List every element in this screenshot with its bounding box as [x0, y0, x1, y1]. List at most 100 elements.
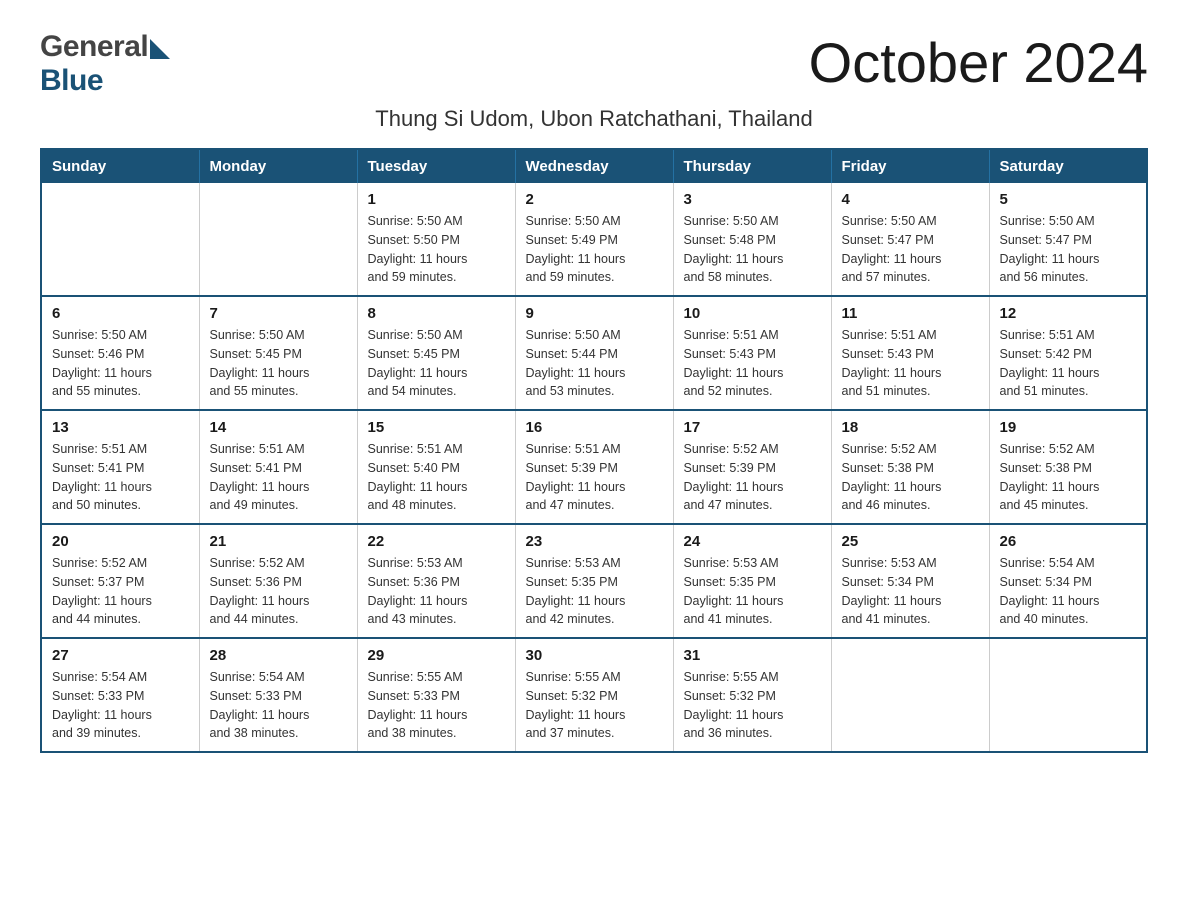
calendar-header-row: Sunday Monday Tuesday Wednesday Thursday… [41, 149, 1147, 183]
day-number: 1 [368, 191, 505, 208]
calendar-week-row: 6 Sunrise: 5:50 AMSunset: 5:46 PMDaylight… [41, 296, 1147, 410]
table-row: 4Sunrise: 5:50 AMSunset: 5:47 PMDaylight… [831, 183, 989, 296]
table-row: 9 Sunrise: 5:50 AMSunset: 5:44 PMDaylight… [515, 296, 673, 410]
table-row [41, 183, 199, 296]
day-number: 24 [684, 533, 821, 550]
col-tuesday: Tuesday [357, 149, 515, 183]
calendar-week-row: 27Sunrise: 5:54 AMSunset: 5:33 PMDayligh… [41, 638, 1147, 752]
day-info: Sunrise: 5:53 AMSunset: 5:35 PMDaylight:… [684, 554, 821, 629]
day-number: 31 [684, 647, 821, 664]
table-row: 27Sunrise: 5:54 AMSunset: 5:33 PMDayligh… [41, 638, 199, 752]
day-number: 7 [210, 305, 347, 322]
logo-blue-text: Blue [40, 64, 103, 97]
calendar-table: Sunday Monday Tuesday Wednesday Thursday… [40, 148, 1148, 753]
day-number: 5 [1000, 191, 1137, 208]
table-row: 14 Sunrise: 5:51 AMSunset: 5:41 PMDayligh… [199, 410, 357, 524]
day-number: 2 [526, 191, 663, 208]
day-info: Sunrise: 5:51 AMSunset: 5:40 PMDaylight:… [368, 440, 505, 515]
day-number: 23 [526, 533, 663, 550]
calendar-week-row: 20Sunrise: 5:52 AMSunset: 5:37 PMDayligh… [41, 524, 1147, 638]
table-row: 11 Sunrise: 5:51 AMSunset: 5:43 PMDayligh… [831, 296, 989, 410]
day-info: Sunrise: 5:53 AMSunset: 5:35 PMDaylight:… [526, 554, 663, 629]
table-row: 30 Sunrise: 5:55 AMSunset: 5:32 PMDayligh… [515, 638, 673, 752]
logo-general-text: General [40, 30, 148, 64]
col-monday: Monday [199, 149, 357, 183]
table-row: 7 Sunrise: 5:50 AMSunset: 5:45 PMDaylight… [199, 296, 357, 410]
logo-triangle-icon [150, 39, 170, 59]
table-row: 16 Sunrise: 5:51 AMSunset: 5:39 PMDayligh… [515, 410, 673, 524]
logo: General Blue [40, 30, 172, 98]
page-header: General Blue October 2024 [40, 30, 1148, 98]
day-number: 19 [1000, 419, 1137, 436]
day-number: 11 [842, 305, 979, 322]
table-row: 1 Sunrise: 5:50 AMSunset: 5:50 PMDaylight… [357, 183, 515, 296]
table-row: 23 Sunrise: 5:53 AMSunset: 5:35 PMDayligh… [515, 524, 673, 638]
day-info: Sunrise: 5:50 AMSunset: 5:45 PMDaylight:… [210, 326, 347, 401]
table-row: 31 Sunrise: 5:55 AMSunset: 5:32 PMDayligh… [673, 638, 831, 752]
table-row: 18Sunrise: 5:52 AMSunset: 5:38 PMDayligh… [831, 410, 989, 524]
day-info: Sunrise: 5:50 AMSunset: 5:48 PMDaylight:… [684, 212, 821, 287]
col-sunday: Sunday [41, 149, 199, 183]
table-row: 5 Sunrise: 5:50 AMSunset: 5:47 PMDaylight… [989, 183, 1147, 296]
day-info: Sunrise: 5:55 AMSunset: 5:33 PMDaylight:… [368, 668, 505, 743]
calendar-week-row: 1 Sunrise: 5:50 AMSunset: 5:50 PMDaylight… [41, 183, 1147, 296]
day-info: Sunrise: 5:50 AMSunset: 5:44 PMDaylight:… [526, 326, 663, 401]
day-info: Sunrise: 5:55 AMSunset: 5:32 PMDaylight:… [684, 668, 821, 743]
day-info: Sunrise: 5:52 AMSunset: 5:38 PMDaylight:… [1000, 440, 1137, 515]
day-number: 6 [52, 305, 189, 322]
day-number: 3 [684, 191, 821, 208]
table-row: 13 Sunrise: 5:51 AMSunset: 5:41 PMDayligh… [41, 410, 199, 524]
day-number: 12 [1000, 305, 1137, 322]
table-row: 20Sunrise: 5:52 AMSunset: 5:37 PMDayligh… [41, 524, 199, 638]
day-info: Sunrise: 5:55 AMSunset: 5:32 PMDaylight:… [526, 668, 663, 743]
day-number: 15 [368, 419, 505, 436]
day-info: Sunrise: 5:50 AMSunset: 5:47 PMDaylight:… [842, 212, 979, 287]
day-info: Sunrise: 5:52 AMSunset: 5:37 PMDaylight:… [52, 554, 189, 629]
table-row: 24 Sunrise: 5:53 AMSunset: 5:35 PMDayligh… [673, 524, 831, 638]
day-info: Sunrise: 5:52 AMSunset: 5:39 PMDaylight:… [684, 440, 821, 515]
table-row: 8Sunrise: 5:50 AMSunset: 5:45 PMDaylight… [357, 296, 515, 410]
day-info: Sunrise: 5:50 AMSunset: 5:46 PMDaylight:… [52, 326, 189, 401]
day-number: 18 [842, 419, 979, 436]
day-number: 22 [368, 533, 505, 550]
day-info: Sunrise: 5:51 AMSunset: 5:41 PMDaylight:… [52, 440, 189, 515]
table-row: 22 Sunrise: 5:53 AMSunset: 5:36 PMDayligh… [357, 524, 515, 638]
day-info: Sunrise: 5:54 AMSunset: 5:33 PMDaylight:… [52, 668, 189, 743]
day-number: 28 [210, 647, 347, 664]
day-number: 10 [684, 305, 821, 322]
table-row: 15 Sunrise: 5:51 AMSunset: 5:40 PMDayligh… [357, 410, 515, 524]
table-row: 29Sunrise: 5:55 AMSunset: 5:33 PMDayligh… [357, 638, 515, 752]
day-info: Sunrise: 5:50 AMSunset: 5:47 PMDaylight:… [1000, 212, 1137, 287]
location-subtitle: Thung Si Udom, Ubon Ratchathani, Thailan… [40, 106, 1148, 132]
table-row [831, 638, 989, 752]
day-number: 9 [526, 305, 663, 322]
day-info: Sunrise: 5:51 AMSunset: 5:42 PMDaylight:… [1000, 326, 1137, 401]
table-row: 17 Sunrise: 5:52 AMSunset: 5:39 PMDayligh… [673, 410, 831, 524]
day-number: 14 [210, 419, 347, 436]
calendar-body: 1 Sunrise: 5:50 AMSunset: 5:50 PMDaylight… [41, 183, 1147, 752]
day-info: Sunrise: 5:50 AMSunset: 5:49 PMDaylight:… [526, 212, 663, 287]
day-info: Sunrise: 5:51 AMSunset: 5:41 PMDaylight:… [210, 440, 347, 515]
day-info: Sunrise: 5:51 AMSunset: 5:43 PMDaylight:… [842, 326, 979, 401]
day-number: 17 [684, 419, 821, 436]
day-number: 25 [842, 533, 979, 550]
table-row: 3 Sunrise: 5:50 AMSunset: 5:48 PMDaylight… [673, 183, 831, 296]
day-info: Sunrise: 5:53 AMSunset: 5:34 PMDaylight:… [842, 554, 979, 629]
day-number: 30 [526, 647, 663, 664]
day-number: 13 [52, 419, 189, 436]
col-saturday: Saturday [989, 149, 1147, 183]
day-number: 26 [1000, 533, 1137, 550]
day-info: Sunrise: 5:51 AMSunset: 5:39 PMDaylight:… [526, 440, 663, 515]
table-row: 19 Sunrise: 5:52 AMSunset: 5:38 PMDayligh… [989, 410, 1147, 524]
table-row: 10Sunrise: 5:51 AMSunset: 5:43 PMDayligh… [673, 296, 831, 410]
table-row: 26Sunrise: 5:54 AMSunset: 5:34 PMDayligh… [989, 524, 1147, 638]
day-info: Sunrise: 5:54 AMSunset: 5:33 PMDaylight:… [210, 668, 347, 743]
day-number: 8 [368, 305, 505, 322]
day-info: Sunrise: 5:53 AMSunset: 5:36 PMDaylight:… [368, 554, 505, 629]
table-row: 2 Sunrise: 5:50 AMSunset: 5:49 PMDaylight… [515, 183, 673, 296]
day-info: Sunrise: 5:52 AMSunset: 5:36 PMDaylight:… [210, 554, 347, 629]
day-info: Sunrise: 5:50 AMSunset: 5:50 PMDaylight:… [368, 212, 505, 287]
month-year-title: October 2024 [809, 30, 1148, 95]
table-row [199, 183, 357, 296]
day-number: 16 [526, 419, 663, 436]
